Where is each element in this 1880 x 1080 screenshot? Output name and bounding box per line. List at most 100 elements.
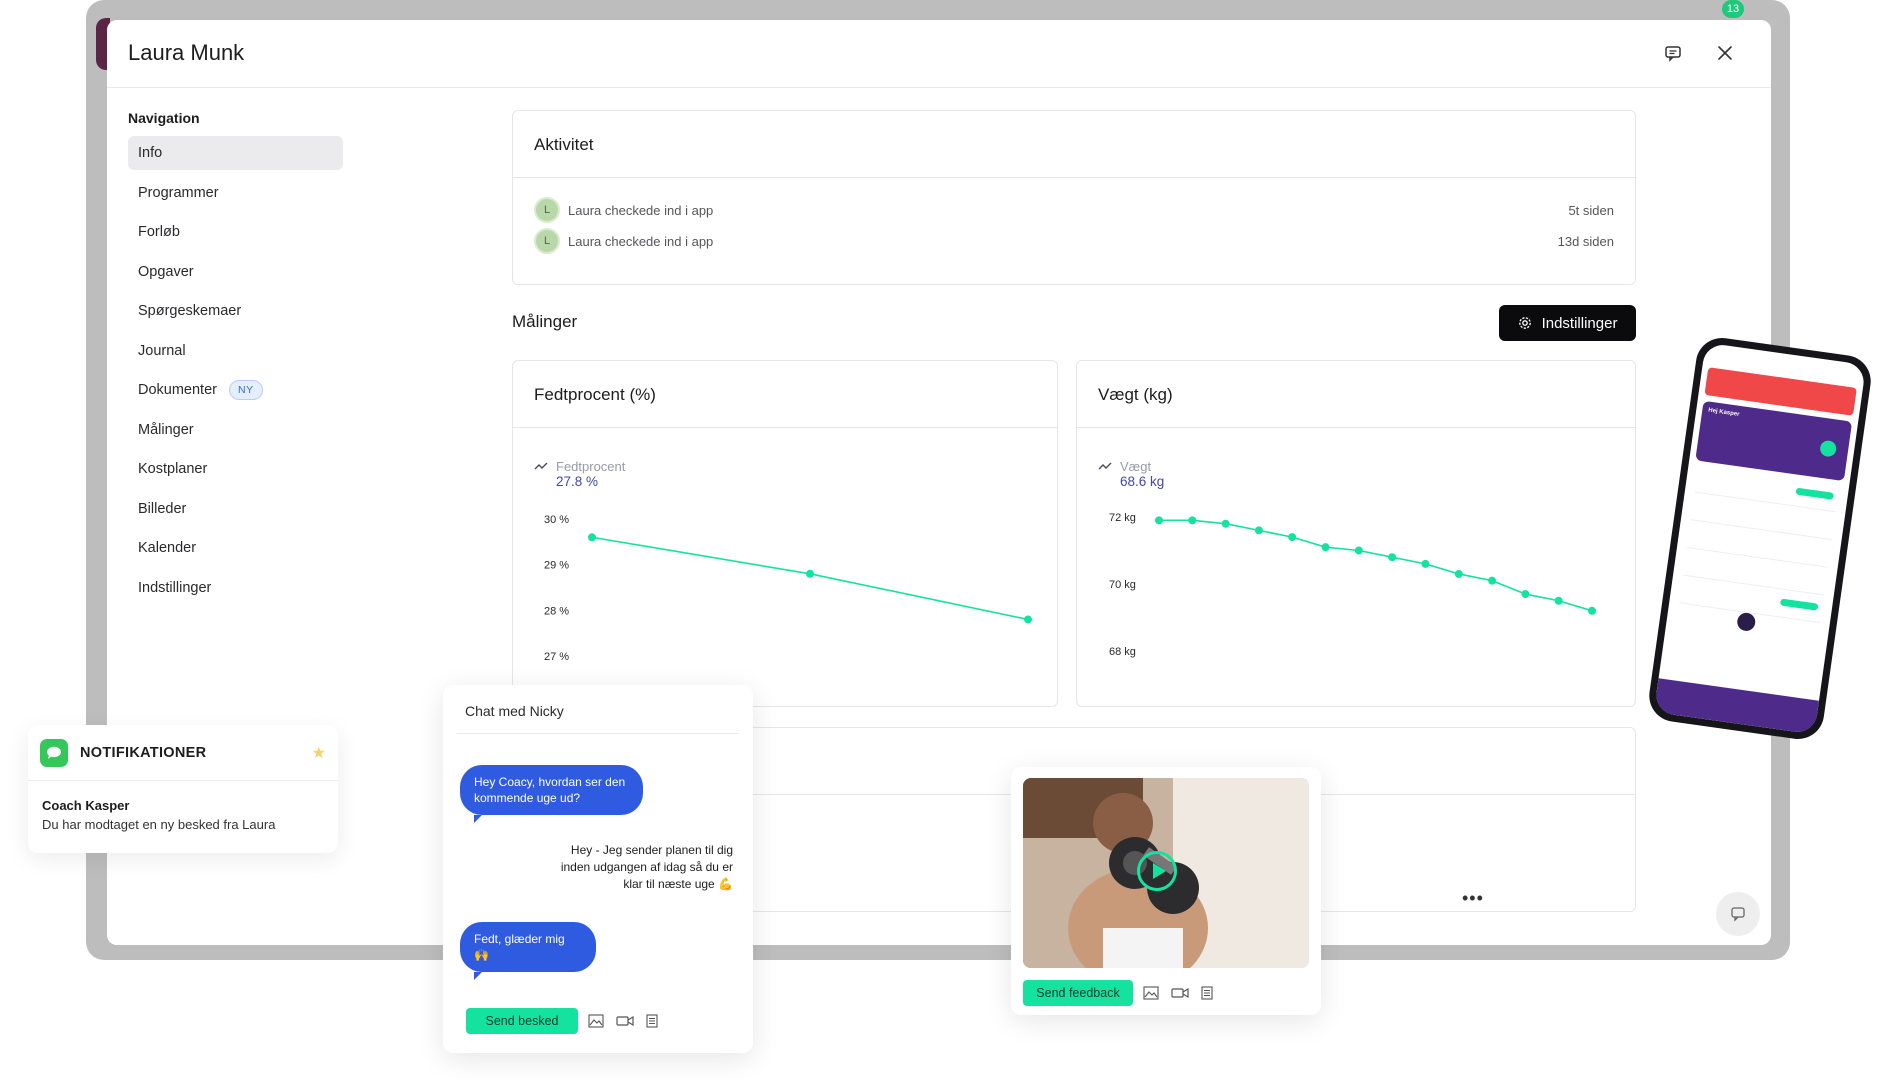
data-point[interactable]: [1321, 543, 1330, 552]
nav-item-label: Indstillinger: [138, 579, 212, 596]
nav-item-billeder[interactable]: Billeder: [128, 492, 343, 526]
notification-sender: Coach Kasper: [42, 798, 130, 813]
data-point[interactable]: [1254, 526, 1263, 535]
phone-pill: [1795, 487, 1835, 500]
notification-card[interactable]: NOTIFIKATIONER ★ Coach Kasper Du har mod…: [28, 725, 338, 853]
nav-item-kalender[interactable]: Kalender: [128, 531, 343, 565]
nav-item-label: Info: [138, 145, 163, 161]
modal-header: Laura Munk: [107, 20, 1771, 88]
image-icon[interactable]: [588, 1014, 604, 1028]
fat-chart: 30 % 29 % 28 % 27 %: [544, 514, 1032, 663]
chat-title: Chat med Nicky: [465, 703, 564, 719]
y-tick-label: 30 %: [544, 514, 569, 526]
data-point[interactable]: [588, 533, 596, 542]
phone-hero-card: Hej Kasper: [1695, 400, 1853, 482]
activity-title: Aktivitet: [534, 135, 594, 154]
activity-text: Laura checkede ind i app: [568, 233, 714, 249]
activity-row: L Laura checkede ind i app 13d siden: [534, 228, 1614, 254]
data-point[interactable]: [1488, 576, 1497, 585]
play-icon[interactable]: [1137, 851, 1177, 891]
data-point[interactable]: [1554, 596, 1563, 605]
data-point[interactable]: [806, 569, 814, 578]
activity-text: Laura checkede ind i app: [568, 202, 714, 218]
nav-item-label: Målinger: [138, 421, 194, 438]
chat-message-received: Hey - Jeg sender planen til dig inden ud…: [560, 843, 733, 891]
nav-item-indstillinger[interactable]: Indstillinger: [128, 571, 343, 605]
weight-chart-card: Vægt (kg) Vægt 68.6 kg 72 kg 70 kg 68 kg: [1076, 360, 1636, 707]
data-point[interactable]: [1421, 559, 1430, 568]
nav-item-label: Kostplaner: [138, 461, 208, 477]
settings-button[interactable]: Indstillinger: [1499, 305, 1636, 341]
send-message-button[interactable]: Send besked: [466, 1008, 578, 1034]
data-point[interactable]: [1024, 615, 1032, 624]
data-point[interactable]: [1454, 569, 1463, 578]
y-tick-label: 72 kg: [1109, 512, 1136, 524]
nav-item-label: Dokumenter: [138, 382, 217, 398]
series-line: [591, 536, 1029, 621]
settings-button-label: Indstillinger: [1541, 314, 1618, 332]
notification-count-badge: 13: [1722, 0, 1744, 18]
nav-item-dokumenter[interactable]: Dokumenter NY: [128, 373, 343, 407]
attachment-tools: [588, 1014, 658, 1028]
activity-row: L Laura checkede ind i app 5t siden: [534, 197, 1614, 223]
nav-item-malinger[interactable]: Målinger: [128, 413, 343, 447]
nav-item-kostplaner[interactable]: Kostplaner: [128, 452, 343, 486]
close-icon[interactable]: [1714, 42, 1736, 64]
nav-item-label: Programmer: [138, 184, 219, 201]
avatar: L: [534, 197, 560, 223]
nav-item-journal[interactable]: Journal: [128, 334, 343, 368]
floating-chat-button[interactable]: [1716, 892, 1760, 936]
notification-title: NOTIFIKATIONER: [80, 744, 207, 761]
nav-item-label: Forløb: [138, 224, 180, 240]
notification-header: NOTIFIKATIONER ★: [28, 725, 338, 781]
nav-item-label: Spørgeskemaer: [138, 303, 242, 319]
divider: [513, 177, 1635, 178]
send-feedback-button[interactable]: Send feedback: [1023, 980, 1133, 1006]
chat-icon[interactable]: [1662, 42, 1684, 64]
nav-item-forlob[interactable]: Forløb: [128, 215, 343, 249]
data-point[interactable]: [1155, 516, 1163, 525]
modal-navigation: Navigation Info Programmer Forløb Opgave…: [128, 110, 343, 610]
nav-item-label: Billeder: [138, 500, 187, 517]
nav-item-label: Opgaver: [138, 263, 194, 280]
y-tick-label: 27 %: [544, 651, 569, 663]
document-icon[interactable]: [1201, 986, 1213, 1000]
notification-message: Du har modtaget en ny besked fra Laura: [42, 817, 276, 832]
data-point[interactable]: [1521, 590, 1530, 599]
data-point[interactable]: [1588, 606, 1596, 615]
nav-item-sporgeskemaer[interactable]: Spørgeskemaer: [128, 294, 343, 328]
nav-item-opgaver[interactable]: Opgaver: [128, 255, 343, 289]
document-icon[interactable]: [646, 1014, 658, 1028]
y-tick-label: 70 kg: [1109, 579, 1136, 591]
chat-message-sent: Fedt, glæder mig 🙌: [460, 922, 596, 980]
fat-chart-card: Fedtprocent (%) Fedtprocent 27.8 % 30 % 29…: [512, 360, 1058, 707]
y-tick-label: 68 kg: [1109, 646, 1136, 658]
workout-video-thumbnail[interactable]: [1023, 778, 1309, 968]
messages-app-icon: [40, 738, 68, 767]
data-point[interactable]: [1288, 533, 1297, 542]
divider: [457, 733, 739, 734]
data-point[interactable]: [1221, 519, 1230, 528]
chat-card: Chat med Nicky Hey Coacy, hvordan ser de…: [443, 685, 753, 1053]
video-icon[interactable]: [616, 1015, 634, 1027]
activity-time: 5t siden: [1568, 202, 1614, 218]
video-icon[interactable]: [1171, 987, 1189, 999]
chat-message-sent: Hey Coacy, hvordan ser den kommende uge …: [460, 765, 643, 823]
new-badge: NY: [228, 380, 263, 400]
nav-item-info[interactable]: Info: [128, 136, 343, 170]
image-icon[interactable]: [1143, 986, 1159, 1000]
data-point[interactable]: [1388, 553, 1397, 562]
nav-item-programmer[interactable]: Programmer: [128, 176, 343, 210]
y-tick-label: 29 %: [544, 560, 569, 572]
more-options-icon[interactable]: •••: [1462, 888, 1484, 909]
attachment-tools: [1143, 986, 1213, 1000]
data-point[interactable]: [1188, 516, 1197, 525]
nav-item-label: Kalender: [138, 540, 197, 556]
gear-icon: [1518, 317, 1531, 329]
activity-card: Aktivitet L Laura checkede ind i app 5t …: [512, 110, 1636, 285]
data-point[interactable]: [1354, 546, 1363, 555]
phone-status-icon: [1736, 611, 1757, 633]
chat-icon: [1731, 907, 1745, 922]
measurements-title: Målinger: [512, 312, 578, 331]
video-feedback-card: Send feedback: [1011, 767, 1321, 1015]
